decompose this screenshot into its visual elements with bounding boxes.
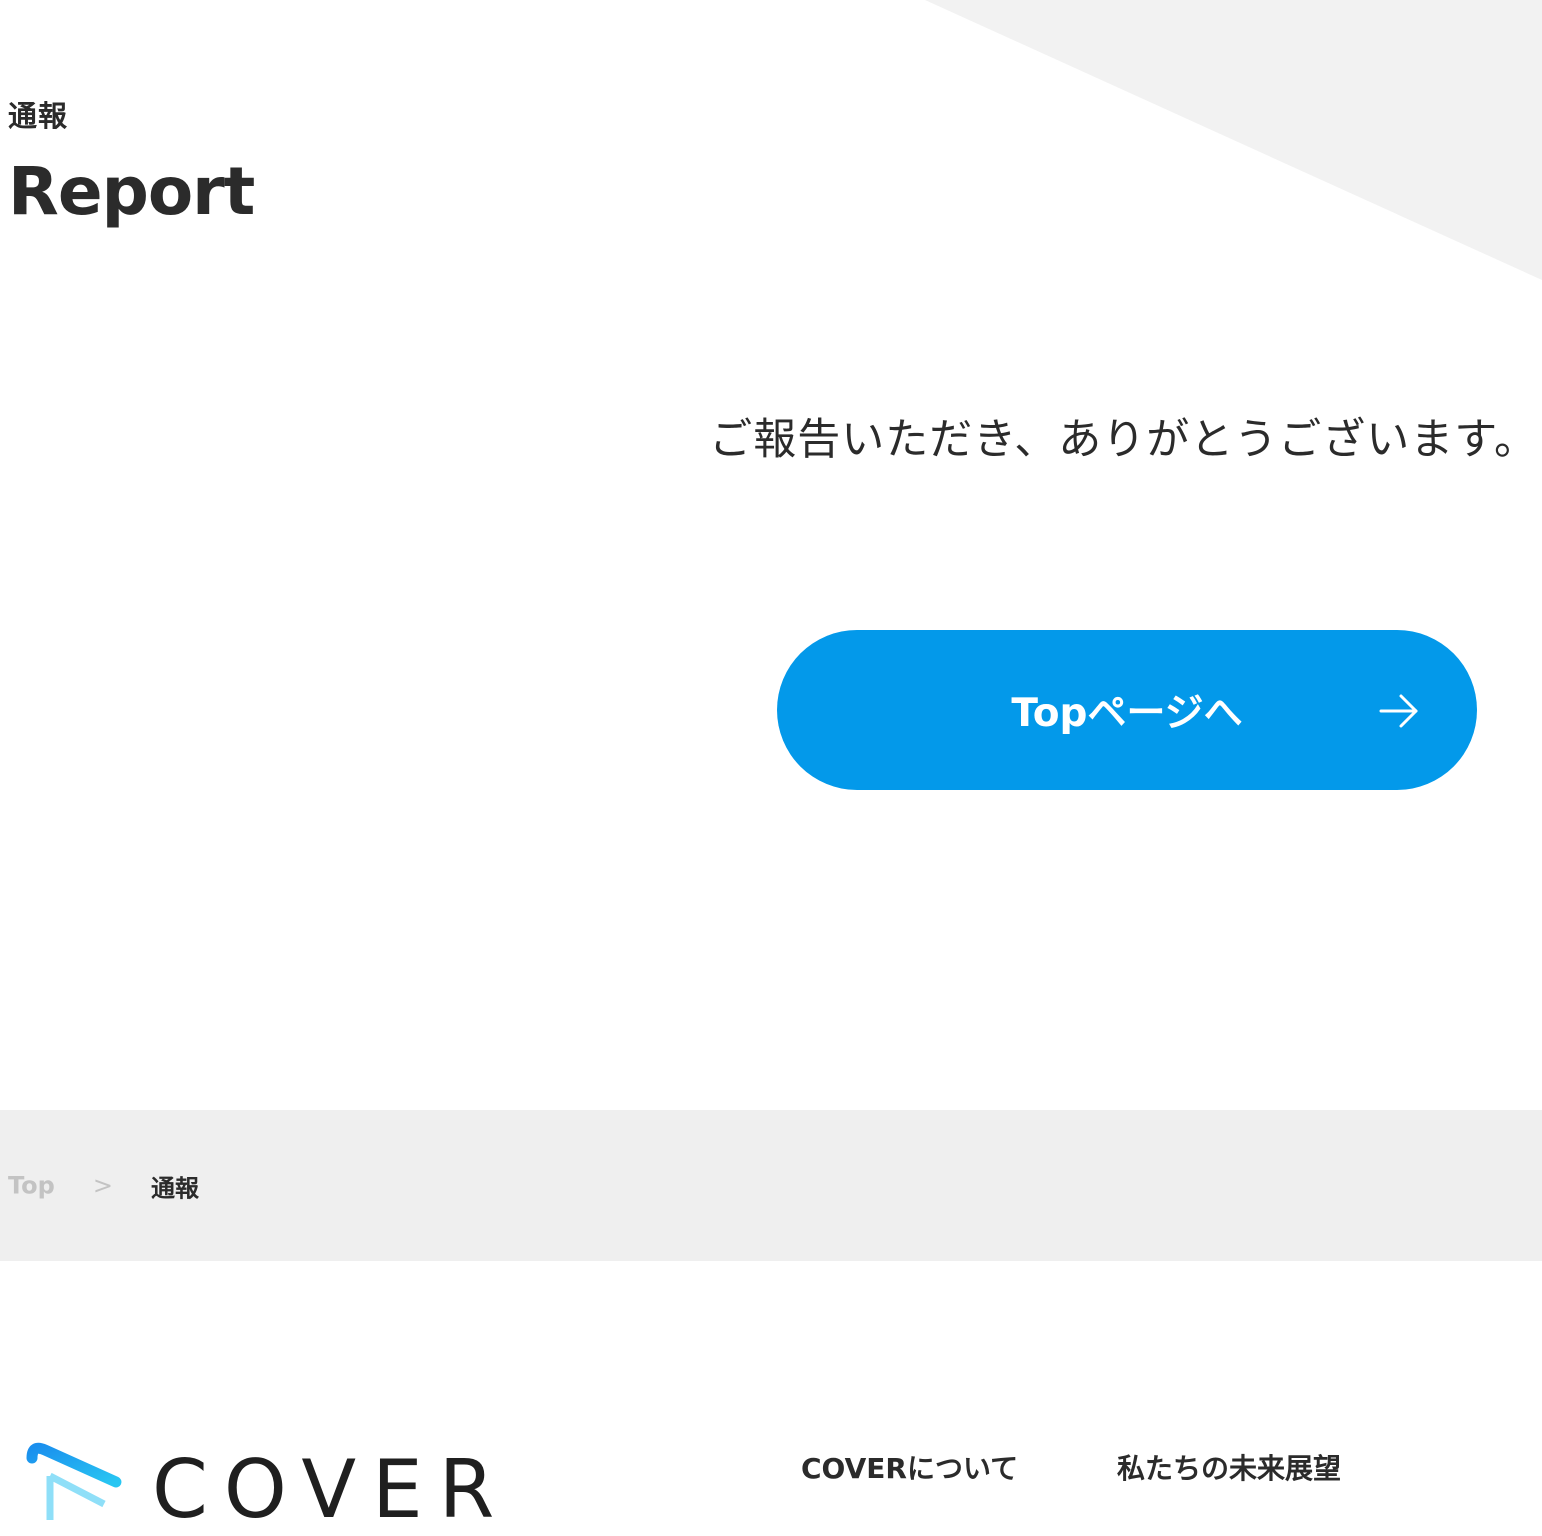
breadcrumb: Top > 通報 (8, 1168, 199, 1203)
logo-text: COVER (152, 1443, 511, 1536)
page-title: Report (8, 153, 255, 230)
breadcrumb-top-link[interactable]: Top (8, 1172, 55, 1200)
top-page-button[interactable]: Topページへ (777, 630, 1477, 790)
arrow-right-icon (1379, 694, 1418, 728)
footer-logo[interactable]: COVER (24, 1440, 510, 1530)
play-triangle-logo-icon (26, 1442, 122, 1520)
footer-link-about[interactable]: COVERについて (801, 1449, 1018, 1489)
breadcrumb-separator: > (92, 1171, 113, 1200)
footer-link-future-vision[interactable]: 私たちの未来展望 (1117, 1449, 1341, 1489)
breadcrumb-current: 通報 (150, 1174, 199, 1202)
top-page-button-label: Topページへ (1011, 691, 1243, 736)
breadcrumb-bar: Top > 通報 (0, 1110, 1542, 1261)
page-subtitle: 通報 (8, 99, 69, 133)
thank-you-message: ご報告いただき、ありがとうございます。 (709, 415, 1538, 465)
page-heading: 通報 Report (8, 96, 255, 232)
